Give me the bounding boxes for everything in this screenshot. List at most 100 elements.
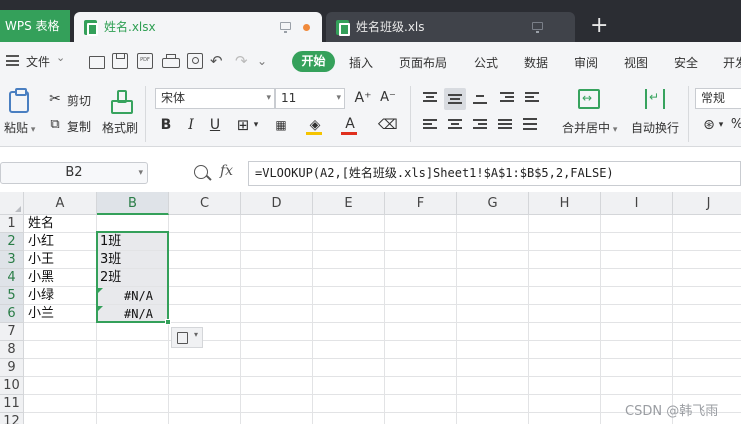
number-format-select[interactable]: 常规 [695,88,741,109]
align-left-icon[interactable] [423,119,437,131]
chevron-down-icon[interactable]: ▾ [716,116,726,134]
cell-style-icon[interactable]: ▦ [269,116,293,134]
align-right-icon[interactable] [473,119,487,131]
font-name-select[interactable]: 宋体 ▾ [155,88,275,109]
redo-icon[interactable]: ↷ [235,53,251,69]
row-header-8[interactable]: 8 [0,341,24,359]
cell-a3[interactable]: 小王 [25,251,96,269]
export-pdf-icon[interactable]: PDF [137,53,153,69]
cell-a2[interactable]: 小红 [25,233,96,251]
column-header-f[interactable]: F [385,192,457,215]
percent-icon[interactable]: % [728,116,741,134]
increase-font-icon[interactable]: A⁺ [352,89,374,107]
row-header-10[interactable]: 10 [0,377,24,395]
formula-input[interactable]: =VLOOKUP(A2,[姓名班级.xls]Sheet1!$A$1:$B$5,2… [248,161,741,186]
tab-developer[interactable]: 开发 [723,54,741,71]
cell-b5[interactable]: #N/A [97,287,168,305]
increase-indent-icon[interactable] [525,92,539,104]
justify-icon[interactable] [498,119,512,131]
merge-center-button[interactable]: 合并居中 ▾ [562,119,617,136]
save-icon[interactable] [112,53,128,69]
chevron-down-icon[interactable]: ⌄ [257,53,273,69]
scissors-icon[interactable]: ✂ [46,90,64,108]
format-painter-icon[interactable] [111,90,133,114]
paste-options-button[interactable]: ▾ [171,327,203,348]
row-header-6[interactable]: 6 [0,305,24,323]
column-header-h[interactable]: H [529,192,601,215]
row-header-9[interactable]: 9 [0,359,24,377]
eraser-icon[interactable]: ⌫ [378,116,398,134]
tab-insert[interactable]: 插入 [349,54,373,71]
copy-button[interactable]: 复制 [67,118,91,135]
print-preview-icon[interactable] [187,53,203,69]
cell-b3[interactable]: 3班 [97,251,168,269]
copy-icon[interactable]: ⧉ [46,116,64,134]
decrease-indent-icon[interactable] [500,92,514,104]
tab-review[interactable]: 审阅 [574,54,598,71]
tab-formulas[interactable]: 公式 [474,54,498,71]
cell-a6[interactable]: 小兰 [25,305,96,323]
font-size-select[interactable]: 11 ▾ [275,88,345,109]
monitor-icon[interactable] [280,22,291,33]
row-header-3[interactable]: 3 [0,251,24,269]
paste-button[interactable]: 粘贴 ▾ [4,119,35,136]
bold-icon[interactable]: B [157,116,175,134]
cell-a5[interactable]: 小绿 [25,287,96,305]
tab-data[interactable]: 数据 [524,54,548,71]
name-box[interactable]: B2 ▾ [0,162,148,184]
cell-a4[interactable]: 小黑 [25,269,96,287]
undo-icon[interactable]: ↶ [210,53,226,69]
cell-a1[interactable]: 姓名 [25,215,96,233]
new-tab-button[interactable]: + [590,14,608,38]
document-tab[interactable]: 姓名班级.xls [326,12,575,42]
cell-b4[interactable]: 2班 [97,269,168,287]
spreadsheet-grid[interactable]: A B C D E F G H I J 1 2 3 4 5 6 7 8 9 10… [0,192,741,424]
row-header-2[interactable]: 2 [0,233,24,251]
cut-button[interactable]: 剪切 [67,92,91,109]
column-header-g[interactable]: G [457,192,529,215]
app-home-button[interactable]: WPS 表格 [0,10,70,42]
borders-icon[interactable]: ⊞ [234,116,252,134]
wrap-text-button[interactable]: 自动换行 [631,119,679,136]
paste-icon[interactable] [9,88,29,113]
column-header-e[interactable]: E [313,192,385,215]
align-center-icon[interactable] [448,119,462,131]
italic-icon[interactable]: I [182,116,200,134]
row-header-4[interactable]: 4 [0,269,24,287]
row-header-11[interactable]: 11 [0,395,24,413]
row-header-12[interactable]: 12 [0,413,24,424]
tab-view[interactable]: 视图 [624,54,648,71]
chevron-down-icon[interactable]: ▾ [251,116,261,134]
error-indicator-icon[interactable] [98,306,103,311]
column-header-c[interactable]: C [169,192,241,215]
tab-home[interactable]: 开始 [292,51,335,72]
wrap-text-icon[interactable] [645,89,665,109]
cell-b2[interactable]: 1班 [97,233,168,251]
tab-page-layout[interactable]: 页面布局 [399,54,447,71]
align-bottom-icon[interactable] [473,93,487,105]
merge-center-icon[interactable] [578,89,600,109]
align-middle-icon[interactable] [448,93,462,105]
underline-icon[interactable]: U [206,116,224,134]
cell-b6[interactable]: #N/A [97,305,168,323]
tab-security[interactable]: 安全 [674,54,698,71]
decrease-font-icon[interactable]: A⁻ [377,89,399,107]
column-header-j[interactable]: J [673,192,741,215]
zoom-icon[interactable] [194,165,208,179]
document-tab-active[interactable]: 姓名.xlsx [74,12,322,42]
column-header-a[interactable]: A [24,192,97,215]
row-header-5[interactable]: 5 [0,287,24,305]
column-header-b[interactable]: B [97,192,169,215]
row-header-7[interactable]: 7 [0,323,24,341]
font-color-icon[interactable]: A [341,115,359,133]
error-indicator-icon[interactable] [98,288,103,293]
column-header-i[interactable]: I [601,192,673,215]
row-header-1[interactable]: 1 [0,215,24,233]
open-folder-icon[interactable] [88,53,105,69]
format-painter-button[interactable]: 格式刷 [102,119,138,136]
fx-icon[interactable]: fx [220,163,233,179]
fill-handle[interactable] [165,319,171,325]
monitor-icon[interactable] [532,22,543,33]
column-header-d[interactable]: D [241,192,313,215]
align-top-icon[interactable] [423,92,437,104]
